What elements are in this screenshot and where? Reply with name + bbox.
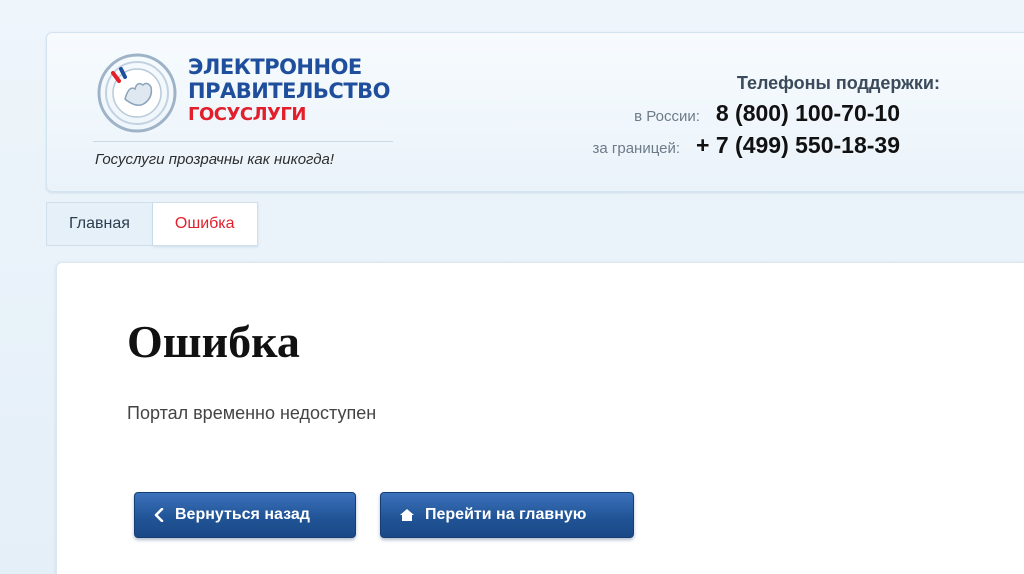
slogan: Госуслуги прозрачны как никогда!	[95, 151, 335, 168]
breadcrumb-item-current: Ошибка	[152, 202, 258, 246]
logo-line-3: ГОСУСЛУГИ	[188, 104, 306, 125]
support-phone-abroad[interactable]: + 7 (499) 550-18-39	[696, 132, 900, 159]
support-title: Телефоны поддержки:	[736, 73, 940, 93]
support-row-abroad: за границей: + 7 (499) 550-18-39	[593, 132, 900, 164]
support-label-russia: в России:	[634, 108, 700, 125]
support-phone-russia[interactable]: 8 (800) 100-70-10	[716, 100, 900, 127]
support-phones: Телефоны поддержки: в России: 8 (800) 10…	[593, 73, 940, 164]
home-button-label: Перейти на главную	[425, 506, 587, 523]
logo-line-2: ПРАВИТЕЛЬСТВО	[188, 79, 391, 103]
logo-text[interactable]: ЭЛЕКТРОННОЕ ПРАВИТЕЛЬСТВО ГОСУСЛУГИ	[188, 55, 391, 127]
page-title: Ошибка	[127, 316, 300, 367]
house-icon	[400, 509, 414, 521]
logo-line-1: ЭЛЕКТРОННОЕ	[188, 55, 362, 79]
back-button-label: Вернуться назад	[175, 506, 310, 523]
page: ЭЛЕКТРОННОЕ ПРАВИТЕЛЬСТВО ГОСУСЛУГИ Госу…	[0, 0, 1024, 574]
breadcrumb: Главная Ошибка	[46, 202, 258, 246]
header: ЭЛЕКТРОННОЕ ПРАВИТЕЛЬСТВО ГОСУСЛУГИ Госу…	[46, 32, 1024, 192]
main-content: Ошибка Портал временно недоступен Вернут…	[56, 262, 1024, 574]
back-button[interactable]: Вернуться назад	[134, 492, 356, 538]
support-label-abroad: за границей:	[592, 140, 681, 157]
chevron-left-icon	[154, 508, 164, 522]
home-button[interactable]: Перейти на главную	[380, 492, 634, 538]
gosuslugi-emblem-icon[interactable]	[95, 51, 179, 135]
error-message: Портал временно недоступен	[127, 403, 377, 423]
logo-divider	[93, 141, 393, 142]
support-row-russia: в России: 8 (800) 100-70-10	[593, 100, 900, 132]
breadcrumb-item-home[interactable]: Главная	[46, 202, 153, 246]
